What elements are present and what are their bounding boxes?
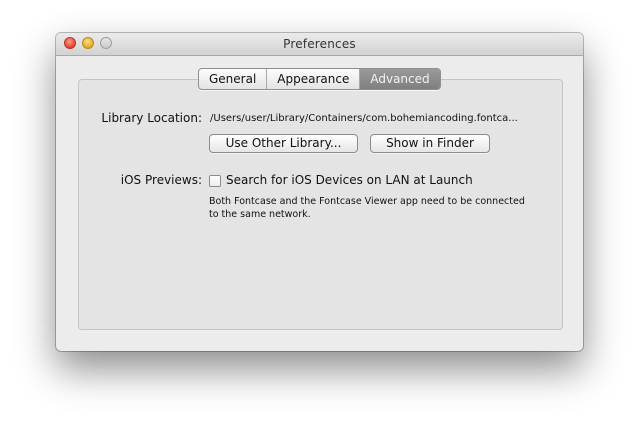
ios-previews-label: iOS Previews: — [120, 173, 202, 187]
ios-search-checkbox-label[interactable]: Search for iOS Devices on LAN at Launch — [226, 173, 473, 187]
tab-general[interactable]: General — [199, 69, 268, 89]
tab-advanced[interactable]: Advanced — [360, 69, 440, 89]
library-location-label: Library Location: — [101, 111, 202, 125]
show-in-finder-button[interactable]: Show in Finder — [370, 134, 490, 153]
preferences-window: Preferences General Appearance Advanced … — [56, 33, 583, 351]
title-bar[interactable]: Preferences — [56, 33, 583, 56]
ios-network-note: Both Fontcase and the Fontcase Viewer ap… — [209, 196, 525, 220]
tab-appearance[interactable]: Appearance — [267, 69, 361, 89]
preferences-tab-bar: General Appearance Advanced — [198, 68, 441, 90]
library-path-value: /Users/user/Library/Containers/com.bohem… — [210, 113, 518, 124]
ios-search-checkbox[interactable] — [209, 175, 221, 187]
window-title: Preferences — [283, 37, 356, 51]
use-other-library-button[interactable]: Use Other Library... — [209, 134, 358, 153]
